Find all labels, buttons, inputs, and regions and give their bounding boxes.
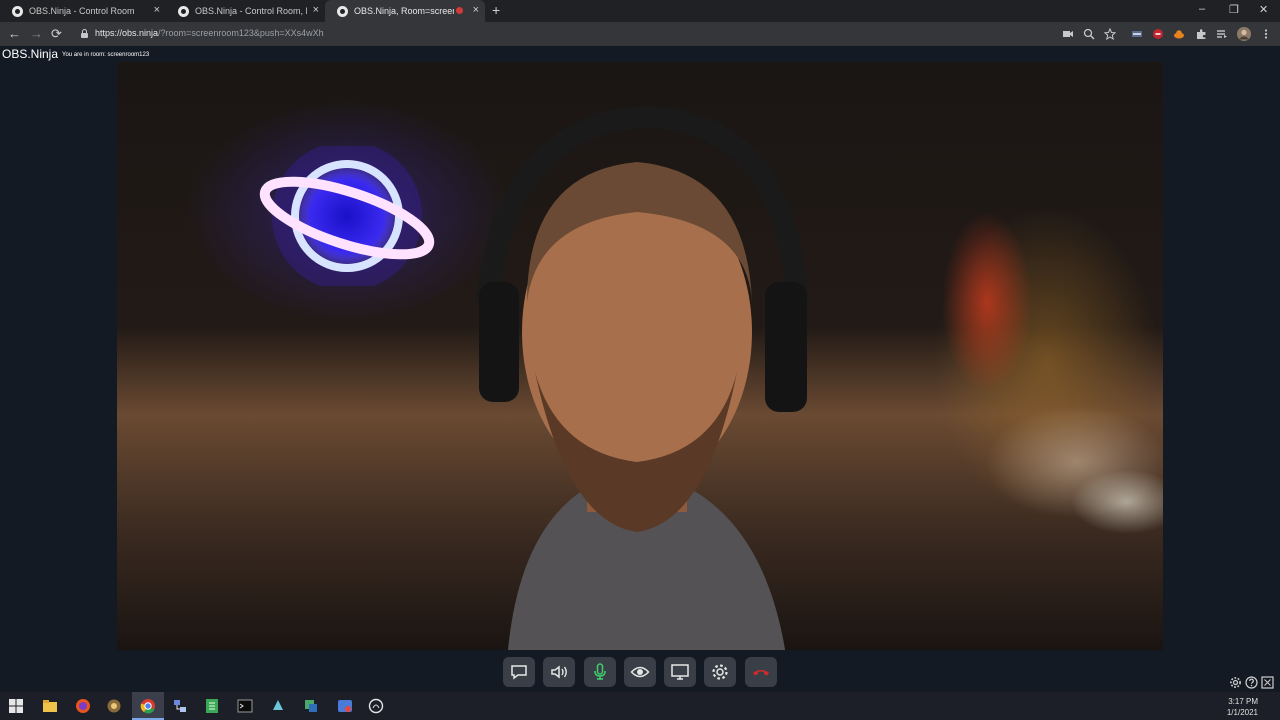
camera-in-use-icon[interactable] bbox=[1062, 28, 1074, 40]
tab-close-icon[interactable]: × bbox=[313, 4, 319, 16]
url-field[interactable]: https://obs.ninja/?room=screenroom123&pu… bbox=[95, 28, 324, 38]
neon-planet-light bbox=[259, 146, 435, 286]
phone-hangup-icon bbox=[753, 670, 769, 676]
address-bar: ← → ⟳ https://obs.ninja/?room=screenroom… bbox=[0, 22, 1280, 46]
eye-icon bbox=[630, 666, 650, 678]
obs-ninja-favicon-icon bbox=[178, 5, 189, 17]
gear-icon bbox=[712, 664, 728, 680]
bookmark-star-icon[interactable] bbox=[1104, 28, 1116, 40]
reload-button[interactable]: ⟳ bbox=[51, 26, 62, 42]
forward-button[interactable]: → bbox=[30, 26, 43, 41]
minimize-button[interactable]: – bbox=[1199, 3, 1205, 15]
windows-start-icon[interactable] bbox=[8, 698, 24, 714]
chrome-icon[interactable] bbox=[140, 698, 156, 714]
tab-title: OBS.Ninja - Control Room bbox=[29, 6, 135, 16]
app-icon[interactable] bbox=[303, 698, 319, 714]
app-icon[interactable] bbox=[106, 698, 122, 714]
recording-indicator-icon bbox=[456, 7, 463, 14]
system-clock[interactable]: 3:17 PM 1/1/2021 bbox=[1227, 696, 1258, 718]
call-controls bbox=[0, 652, 1280, 692]
person-silhouette bbox=[476, 105, 808, 650]
browser-tab-screenroom[interactable]: OBS.Ninja, Room=screenroom × bbox=[325, 0, 485, 22]
microphone-icon bbox=[594, 663, 606, 680]
obs-ninja-favicon-icon bbox=[12, 5, 23, 17]
video-feed[interactable] bbox=[117, 62, 1163, 650]
back-button[interactable]: ← bbox=[8, 26, 21, 41]
extension-icon[interactable] bbox=[1131, 28, 1143, 40]
profile-avatar[interactable] bbox=[1237, 27, 1251, 41]
obs-ninja-favicon-icon bbox=[337, 5, 348, 17]
file-explorer-icon[interactable] bbox=[42, 698, 58, 714]
restore-button[interactable]: ❐ bbox=[1229, 3, 1239, 16]
url-host: https://obs.ninja bbox=[95, 28, 159, 38]
terminal-icon[interactable] bbox=[237, 698, 253, 714]
window-close-button[interactable]: ✕ bbox=[1259, 3, 1268, 16]
screen-share-button[interactable] bbox=[664, 657, 696, 687]
app-icon[interactable] bbox=[337, 698, 353, 714]
speaker-button[interactable] bbox=[543, 657, 575, 687]
url-path: /?room=screenroom123&push=XXs4wXh bbox=[158, 28, 324, 38]
lock-icon bbox=[81, 29, 88, 38]
tab-title: OBS.Ninja, Room=screenroom bbox=[354, 6, 454, 16]
app-brand: OBS.Ninja bbox=[2, 47, 59, 61]
extensions-puzzle-icon[interactable] bbox=[1195, 28, 1207, 40]
clock-date: 1/1/2021 bbox=[1226, 708, 1258, 717]
network-icon[interactable] bbox=[172, 698, 188, 714]
tab-title: OBS.Ninja - Control Room, Room bbox=[195, 6, 307, 16]
zoom-icon[interactable] bbox=[1083, 28, 1095, 40]
browser-menu-icon[interactable] bbox=[1260, 28, 1272, 40]
chat-button[interactable] bbox=[503, 657, 535, 687]
new-tab-button[interactable]: + bbox=[492, 2, 506, 18]
settings-button[interactable] bbox=[704, 657, 736, 687]
firefox-icon[interactable] bbox=[75, 698, 91, 714]
extension-cloud-icon[interactable] bbox=[1173, 28, 1185, 40]
browser-tab-control-room[interactable]: OBS.Ninja - Control Room × bbox=[0, 0, 166, 22]
media-queue-icon[interactable] bbox=[1216, 28, 1228, 40]
app-header: OBS.Ninja You are in room: screenroom123 bbox=[0, 46, 1280, 62]
fullscreen-icon[interactable] bbox=[1261, 676, 1274, 689]
browser-tab-control-room-2[interactable]: OBS.Ninja - Control Room, Room × bbox=[166, 0, 325, 22]
app-icon[interactable] bbox=[270, 698, 286, 714]
corner-icons bbox=[1229, 676, 1274, 689]
tab-close-icon[interactable]: × bbox=[473, 4, 479, 16]
camera-visibility-button[interactable] bbox=[624, 657, 656, 687]
chat-icon bbox=[511, 665, 527, 680]
spreadsheet-icon[interactable] bbox=[204, 698, 220, 714]
app-icon[interactable] bbox=[368, 698, 384, 714]
browser-tab-bar: OBS.Ninja - Control Room × OBS.Ninja - C… bbox=[0, 0, 1280, 22]
room-status-text: You are in room: screenroom123 bbox=[62, 52, 150, 58]
tab-close-icon[interactable]: × bbox=[154, 4, 160, 16]
os-taskbar: 3:17 PM 1/1/2021 bbox=[0, 692, 1280, 720]
help-icon[interactable] bbox=[1245, 676, 1258, 689]
gear-icon[interactable] bbox=[1229, 676, 1242, 689]
monitor-icon bbox=[671, 664, 689, 680]
clock-time: 3:17 PM bbox=[1228, 697, 1258, 706]
extension-red-icon[interactable] bbox=[1152, 28, 1164, 40]
hangup-button[interactable] bbox=[745, 657, 777, 687]
microphone-button[interactable] bbox=[584, 657, 616, 687]
speaker-icon bbox=[551, 665, 567, 679]
